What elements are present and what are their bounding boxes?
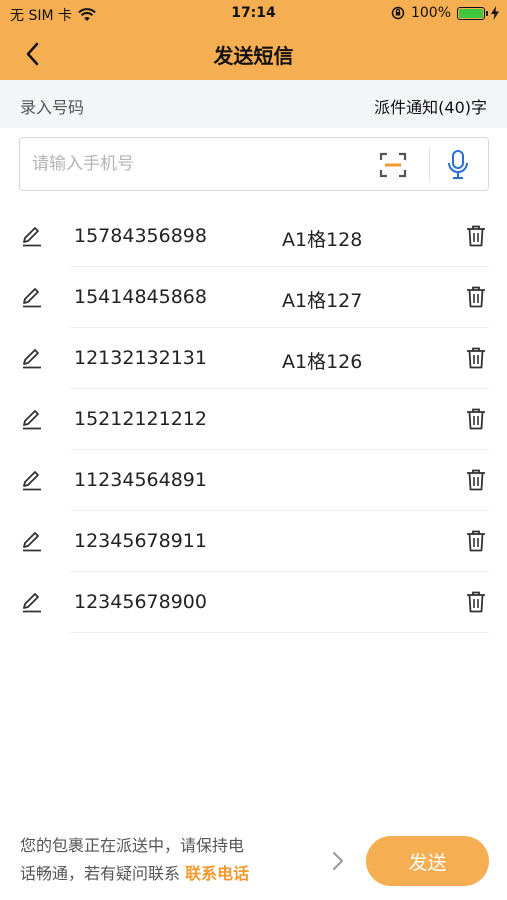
recipient-row: 15212121212 <box>0 389 507 450</box>
template-selector[interactable]: 派件通知(40)字 <box>374 94 487 118</box>
chevron-right-icon[interactable] <box>330 850 346 872</box>
recipient-row: 15414845868 A1格127 <box>0 267 507 328</box>
recipient-shelf-code: A1格126 <box>282 351 363 373</box>
scan-icon[interactable] <box>378 151 408 179</box>
recipient-shelf-code: A1格127 <box>282 290 363 312</box>
recipient-phone: 12345678911 <box>74 530 207 552</box>
recipient-phone: 11234564891 <box>74 469 207 491</box>
recipient-phone: 15414845868 <box>74 286 207 308</box>
input-divider <box>429 148 430 182</box>
recipient-row: 12345678911 <box>0 511 507 572</box>
phone-input-box <box>19 137 489 191</box>
nav-bar: 发送短信 <box>0 28 507 80</box>
edit-icon[interactable] <box>20 285 44 309</box>
recipient-row: 15784356898 A1格128 <box>0 206 507 267</box>
recipient-row: 11234564891 <box>0 450 507 511</box>
trash-icon[interactable] <box>465 407 487 431</box>
row-divider <box>70 632 489 633</box>
recipient-list: 15784356898 A1格128 15414845868 A1格127 121321… <box>0 206 507 633</box>
charging-icon <box>491 6 499 20</box>
trash-icon[interactable] <box>465 468 487 492</box>
recipient-row: 12132132131 A1格126 <box>0 328 507 389</box>
status-right: 100% <box>391 5 499 21</box>
phone-input[interactable] <box>32 150 362 178</box>
trash-icon[interactable] <box>465 346 487 370</box>
trash-icon[interactable] <box>465 285 487 309</box>
input-number-label: 录入号码 <box>20 98 85 117</box>
edit-icon[interactable] <box>20 407 44 431</box>
battery-icon <box>457 6 488 20</box>
recipient-phone: 15212121212 <box>74 408 207 430</box>
recipient-phone: 15784356898 <box>74 225 207 247</box>
edit-icon[interactable] <box>20 529 44 553</box>
contact-phone-highlight: 联系电话 <box>185 864 250 883</box>
status-bar: 无 SIM 卡 17:14 100% <box>0 0 507 28</box>
recipient-phone: 12345678900 <box>74 591 207 613</box>
edit-icon[interactable] <box>20 346 44 370</box>
phone-input-area <box>0 128 507 202</box>
orientation-lock-icon <box>391 6 405 20</box>
sub-header: 录入号码 派件通知(40)字 <box>0 80 507 128</box>
page-title: 发送短信 <box>213 44 294 68</box>
trash-icon[interactable] <box>465 529 487 553</box>
header-bar: 无 SIM 卡 17:14 100% 发送短信 <box>0 0 507 80</box>
edit-icon[interactable] <box>20 468 44 492</box>
microphone-icon[interactable] <box>445 149 471 181</box>
send-button[interactable]: 发送 <box>366 836 489 886</box>
sms-preview-line1: 您的包裹正在派送中，请保持电 <box>20 836 245 855</box>
battery-percent: 100% <box>410 5 451 21</box>
sms-preview[interactable]: 您的包裹正在派送中，请保持电 话畅通，若有疑问联系 联系电话 <box>20 832 320 888</box>
sms-preview-line2: 话畅通，若有疑问联系 联系电话 <box>20 860 320 888</box>
edit-icon[interactable] <box>20 224 44 248</box>
trash-icon[interactable] <box>465 224 487 248</box>
sms-preview-text: 话畅通，若有疑问联系 <box>20 864 181 883</box>
trash-icon[interactable] <box>465 590 487 614</box>
recipient-phone: 12132132131 <box>74 347 207 369</box>
edit-icon[interactable] <box>20 590 44 614</box>
recipient-shelf-code: A1格128 <box>282 229 363 251</box>
recipient-row: 12345678900 <box>0 572 507 633</box>
